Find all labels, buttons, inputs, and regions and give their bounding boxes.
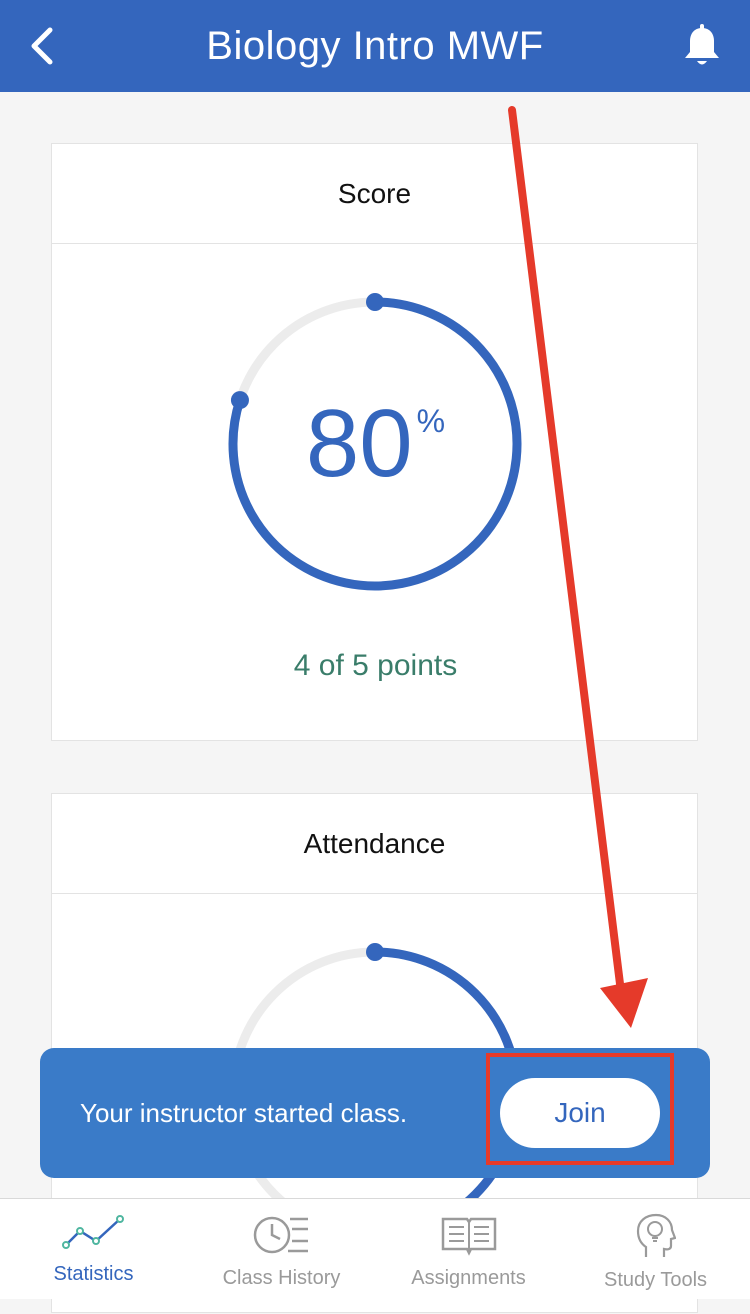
class-started-toast: Your instructor started class. Join (40, 1048, 710, 1178)
clock-list-icon (253, 1216, 308, 1254)
bell-icon[interactable] (682, 24, 722, 70)
bottom-tab-bar: Statistics Class History Assignments Stu… (0, 1198, 750, 1299)
tab-assignments[interactable]: Assignments (375, 1199, 562, 1299)
tab-statistics[interactable]: Statistics (0, 1199, 187, 1299)
tab-study-tools[interactable]: Study Tools (562, 1199, 749, 1299)
app-header: Biology Intro MWF (0, 0, 750, 92)
tab-label: Assignments (411, 1267, 526, 1289)
score-percent-sign: % (416, 403, 446, 439)
join-button[interactable]: Join (500, 1078, 660, 1148)
open-book-icon (441, 1217, 496, 1256)
score-percent: 80% (52, 394, 699, 515)
tab-class-history[interactable]: Class History (188, 1199, 375, 1299)
score-points: 4 of 5 points (293, 649, 458, 682)
toast-message: Your instructor started class. (80, 1098, 408, 1128)
head-lightbulb-icon (636, 1213, 676, 1257)
score-percent-value: 80 (305, 390, 413, 497)
page-title: Biology Intro MWF (206, 24, 544, 68)
line-chart-icon (61, 1215, 124, 1249)
tab-label: Study Tools (603, 1269, 708, 1291)
attendance-ring-start-dot (366, 943, 384, 961)
score-card: Score 80% 4 of 5 points (51, 143, 698, 741)
tab-label: Class History (222, 1267, 341, 1289)
score-ring-start-dot (366, 293, 384, 311)
tab-label: Statistics (53, 1263, 134, 1285)
